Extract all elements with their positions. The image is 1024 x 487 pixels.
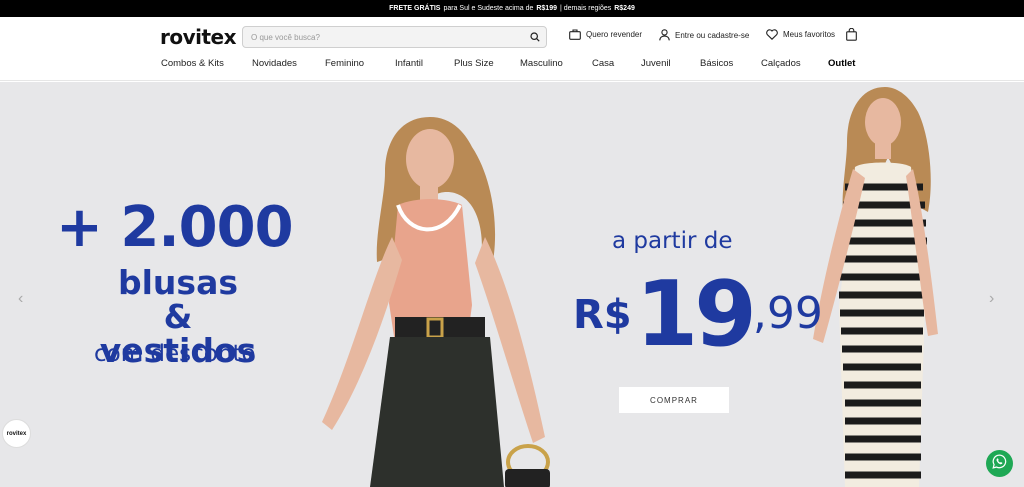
- cart-button[interactable]: [846, 28, 857, 41]
- hero-price-prefix: a partir de: [612, 228, 733, 254]
- nav-item-calcados[interactable]: Calçados: [761, 58, 801, 69]
- account-link[interactable]: Entre ou cadastre-se: [659, 29, 749, 41]
- user-icon: [659, 29, 670, 41]
- nav-item-juvenil[interactable]: Juvenil: [641, 58, 671, 69]
- price-integer: 19: [635, 262, 757, 367]
- nav-item-masculino[interactable]: Masculino: [520, 58, 563, 69]
- carousel-next-icon[interactable]: ›: [989, 290, 994, 308]
- hero-banner[interactable]: + 2.000 blusas & vestidos com desconto a…: [0, 82, 1024, 487]
- model-photo-right: [813, 87, 938, 487]
- site-header: rovitex Quero revender Entre ou cadastre…: [0, 17, 1024, 81]
- search-input[interactable]: [243, 32, 524, 42]
- whatsapp-icon: [992, 454, 1007, 474]
- hero-headline-blusas: blusas: [118, 263, 238, 302]
- promo-threshold-other: R$249: [614, 5, 635, 12]
- whatsapp-button[interactable]: [986, 450, 1013, 477]
- brand-badge[interactable]: rovitex: [2, 419, 31, 448]
- model-photo-left: [322, 117, 550, 487]
- nav-item-plus-size[interactable]: Plus Size: [454, 58, 494, 69]
- search-bar: [242, 26, 547, 48]
- nav-item-combos[interactable]: Combos & Kits: [161, 58, 224, 69]
- price-cents: ,99: [752, 288, 823, 339]
- hero-price: R$ 19 ,99: [573, 270, 823, 360]
- nav-item-feminino[interactable]: Feminino: [325, 58, 364, 69]
- bag-icon: [846, 28, 857, 41]
- price-currency: R$: [573, 292, 632, 338]
- nav-item-novidades[interactable]: Novidades: [252, 58, 297, 69]
- buy-button[interactable]: COMPRAR: [619, 387, 729, 413]
- favorites-link[interactable]: Meus favoritos: [766, 29, 835, 40]
- search-icon[interactable]: [524, 32, 546, 42]
- promo-bar: FRETE GRÁTIS para Sul e Sudeste acima de…: [0, 0, 1024, 17]
- hero-headline-count: + 2.000: [56, 195, 294, 260]
- account-label: Entre ou cadastre-se: [675, 30, 750, 40]
- resell-link[interactable]: Quero revender: [569, 29, 642, 40]
- promo-text: para Sul e Sudeste acima de: [443, 5, 534, 12]
- promo-text-other: | demais regiões: [560, 5, 612, 12]
- heart-icon: [766, 29, 778, 40]
- logo[interactable]: rovitex: [160, 25, 237, 49]
- favorites-label: Meus favoritos: [783, 30, 836, 39]
- hero-subheadline: com desconto: [94, 341, 256, 367]
- main-nav: Combos & Kits Novidades Feminino Infanti…: [0, 58, 1024, 76]
- nav-item-infantil[interactable]: Infantil: [395, 58, 423, 69]
- nav-item-casa[interactable]: Casa: [592, 58, 614, 69]
- promo-threshold-south: R$199: [536, 5, 557, 12]
- nav-item-basicos[interactable]: Básicos: [700, 58, 733, 69]
- nav-item-outlet[interactable]: Outlet: [828, 58, 855, 69]
- carousel-prev-icon[interactable]: ‹: [18, 290, 23, 308]
- briefcase-icon: [569, 29, 581, 40]
- resell-label: Quero revender: [586, 30, 643, 39]
- promo-free-shipping: FRETE GRÁTIS: [389, 5, 441, 12]
